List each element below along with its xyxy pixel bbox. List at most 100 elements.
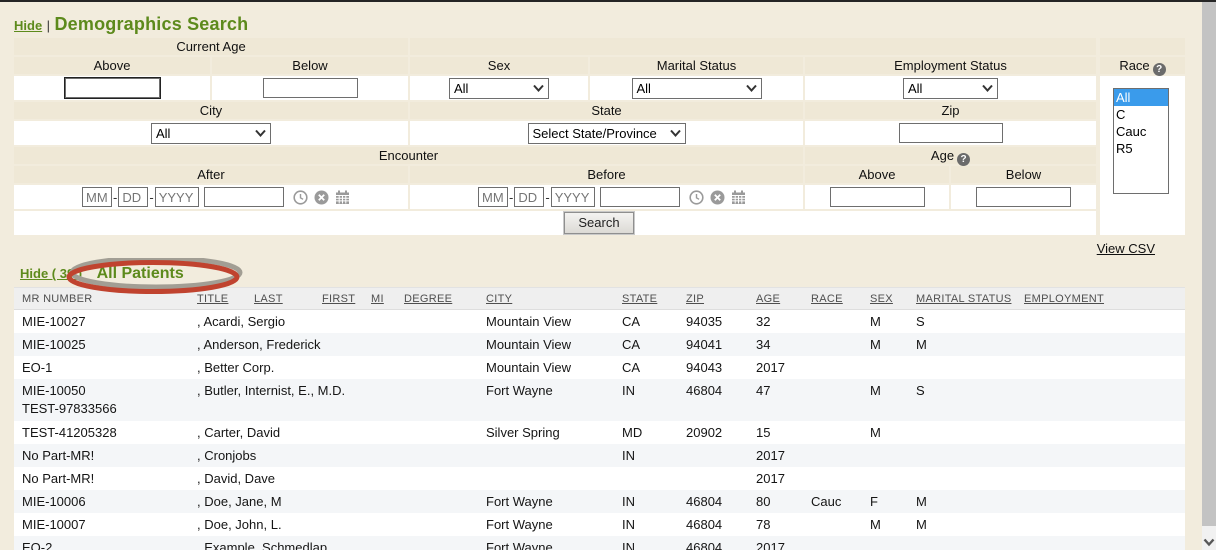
cell-city: Silver Spring [478,421,614,444]
zip-label: Zip [805,102,1096,119]
vertical-scrollbar[interactable] [1202,2,1216,550]
age-group-label-text: Age [931,148,954,163]
column-header-race[interactable]: RACE [803,288,862,309]
cell-sex: M [862,513,908,536]
table-row[interactable]: EO-1 , Better Corp. Mountain View CA 940… [14,356,1185,379]
clock-icon[interactable] [293,190,308,205]
encounter-before-label: Before [410,166,803,183]
column-header-first[interactable]: FIRST [314,288,363,309]
table-row[interactable]: MIE-10027 , Acardi, Sergio Mountain View… [14,310,1185,333]
city-select[interactable]: All [151,123,271,144]
cell-age: 80 [748,490,803,513]
scrollbar-down-arrow-icon[interactable] [1203,538,1215,547]
page-content: Hide | Demographics Search Current Age A… [14,14,1185,550]
cell-age: 15 [748,421,803,444]
age-above-label: Above [805,166,949,183]
marital-status-select[interactable]: All [632,78,762,99]
before-date-input[interactable] [600,187,680,207]
hide-search-link[interactable]: Hide [14,18,42,33]
cell-sex [862,444,908,467]
age-help-icon[interactable]: ? [957,153,970,166]
cell-employment [1016,490,1185,513]
before-month-input[interactable] [478,187,508,207]
column-header-title[interactable]: TITLE [189,288,246,309]
cell-sex: M [862,379,908,421]
sex-select[interactable]: All [449,78,549,99]
table-row[interactable]: MIE-10025 , Anderson, Frederick Mountain… [14,333,1185,356]
after-month-input[interactable] [82,187,112,207]
search-form: Current Age Above Below Sex Marital Stat… [14,38,1185,235]
race-label: Race? [1100,57,1185,74]
cell-mr-number: MIE-10007 [14,513,189,536]
clear-date-icon[interactable] [314,190,329,205]
race-listbox-area: AllCCaucR5 [1100,76,1185,235]
after-day-input[interactable] [118,187,148,207]
results-title: All Patients [97,265,184,282]
race-option[interactable]: R5 [1114,140,1168,157]
column-header-zip[interactable]: ZIP [678,288,748,309]
date-dash: - [509,190,513,205]
table-row[interactable]: No Part-MR! , Cronjobs IN 2017 [14,444,1185,467]
after-year-input[interactable] [155,187,199,207]
hide-results-link[interactable]: Hide ( 39 ) [20,266,82,281]
current-age-below-label: Below [212,57,408,74]
after-date-input[interactable] [204,187,284,207]
column-header-age[interactable]: AGE [748,288,803,309]
cell-mr-number: MIE-10027 [14,310,189,333]
state-select[interactable]: Select State/Province [528,123,686,144]
table-row[interactable]: EO-2 , Example, Schmedlap Fort Wayne IN … [14,536,1185,550]
calendar-icon[interactable] [731,190,746,205]
table-row[interactable]: MIE-10007 , Doe, John, L. Fort Wayne IN … [14,513,1185,536]
cell-state [614,467,678,490]
state-select-value: Select State/Province [533,126,657,141]
cell-employment [1016,444,1185,467]
column-header-employment[interactable]: EMPLOYMENT [1016,288,1185,309]
clear-date-icon[interactable] [710,190,725,205]
encounter-after-dategroup: - - [14,187,408,207]
race-option[interactable]: Cauc [1114,123,1168,140]
column-header-sex[interactable]: SEX [862,288,908,309]
age-below-input[interactable] [976,187,1071,207]
cell-name: , Cronjobs [189,444,478,467]
cell-city: Mountain View [478,310,614,333]
marital-status-select-value: All [637,81,651,96]
column-header-mi[interactable]: MI [363,288,396,309]
column-header-city[interactable]: CITY [478,288,614,309]
table-row[interactable]: No Part-MR! , David, Dave 2017 [14,467,1185,490]
cell-race: Cauc [803,490,862,513]
current-age-below-input[interactable] [263,78,358,98]
table-row[interactable]: MIE-10006 , Doe, Jane, M Fort Wayne IN 4… [14,490,1185,513]
race-help-icon[interactable]: ? [1153,63,1166,76]
calendar-icon[interactable] [335,190,350,205]
zip-input[interactable] [899,123,1003,143]
cell-race [803,444,862,467]
cell-age: 2017 [748,356,803,379]
table-row[interactable]: MIE-10050TEST-97833566 , Butler, Interni… [14,379,1185,421]
empty-header-cell [410,38,1096,55]
table-row[interactable]: TEST-41205328 , Carter, David Silver Spr… [14,421,1185,444]
employment-status-select[interactable]: All [903,78,998,99]
cell-marital-status: M [908,490,1016,513]
cell-sex: M [862,333,908,356]
age-above-input[interactable] [830,187,925,207]
race-option[interactable]: C [1114,106,1168,123]
current-age-above-input[interactable] [65,78,160,98]
race-listbox[interactable]: AllCCaucR5 [1113,88,1169,194]
chevron-down-icon [533,84,544,92]
cell-city: Mountain View [478,356,614,379]
age-group-label: Age? [805,147,1096,164]
before-year-input[interactable] [551,187,595,207]
column-header-degree[interactable]: DEGREE [396,288,478,309]
column-header-state[interactable]: STATE [614,288,678,309]
column-header-last[interactable]: LAST [246,288,314,309]
cell-zip [678,467,748,490]
cell-race [803,536,862,550]
scrollbar-thumb[interactable] [1202,2,1216,526]
before-day-input[interactable] [514,187,544,207]
view-csv-link[interactable]: View CSV [1097,241,1155,256]
race-option[interactable]: All [1114,89,1168,106]
search-button[interactable]: Search [564,212,633,234]
csv-band: View CSV [14,237,1185,259]
column-header-marital-status[interactable]: MARITAL STATUS [908,288,1016,309]
clock-icon[interactable] [689,190,704,205]
